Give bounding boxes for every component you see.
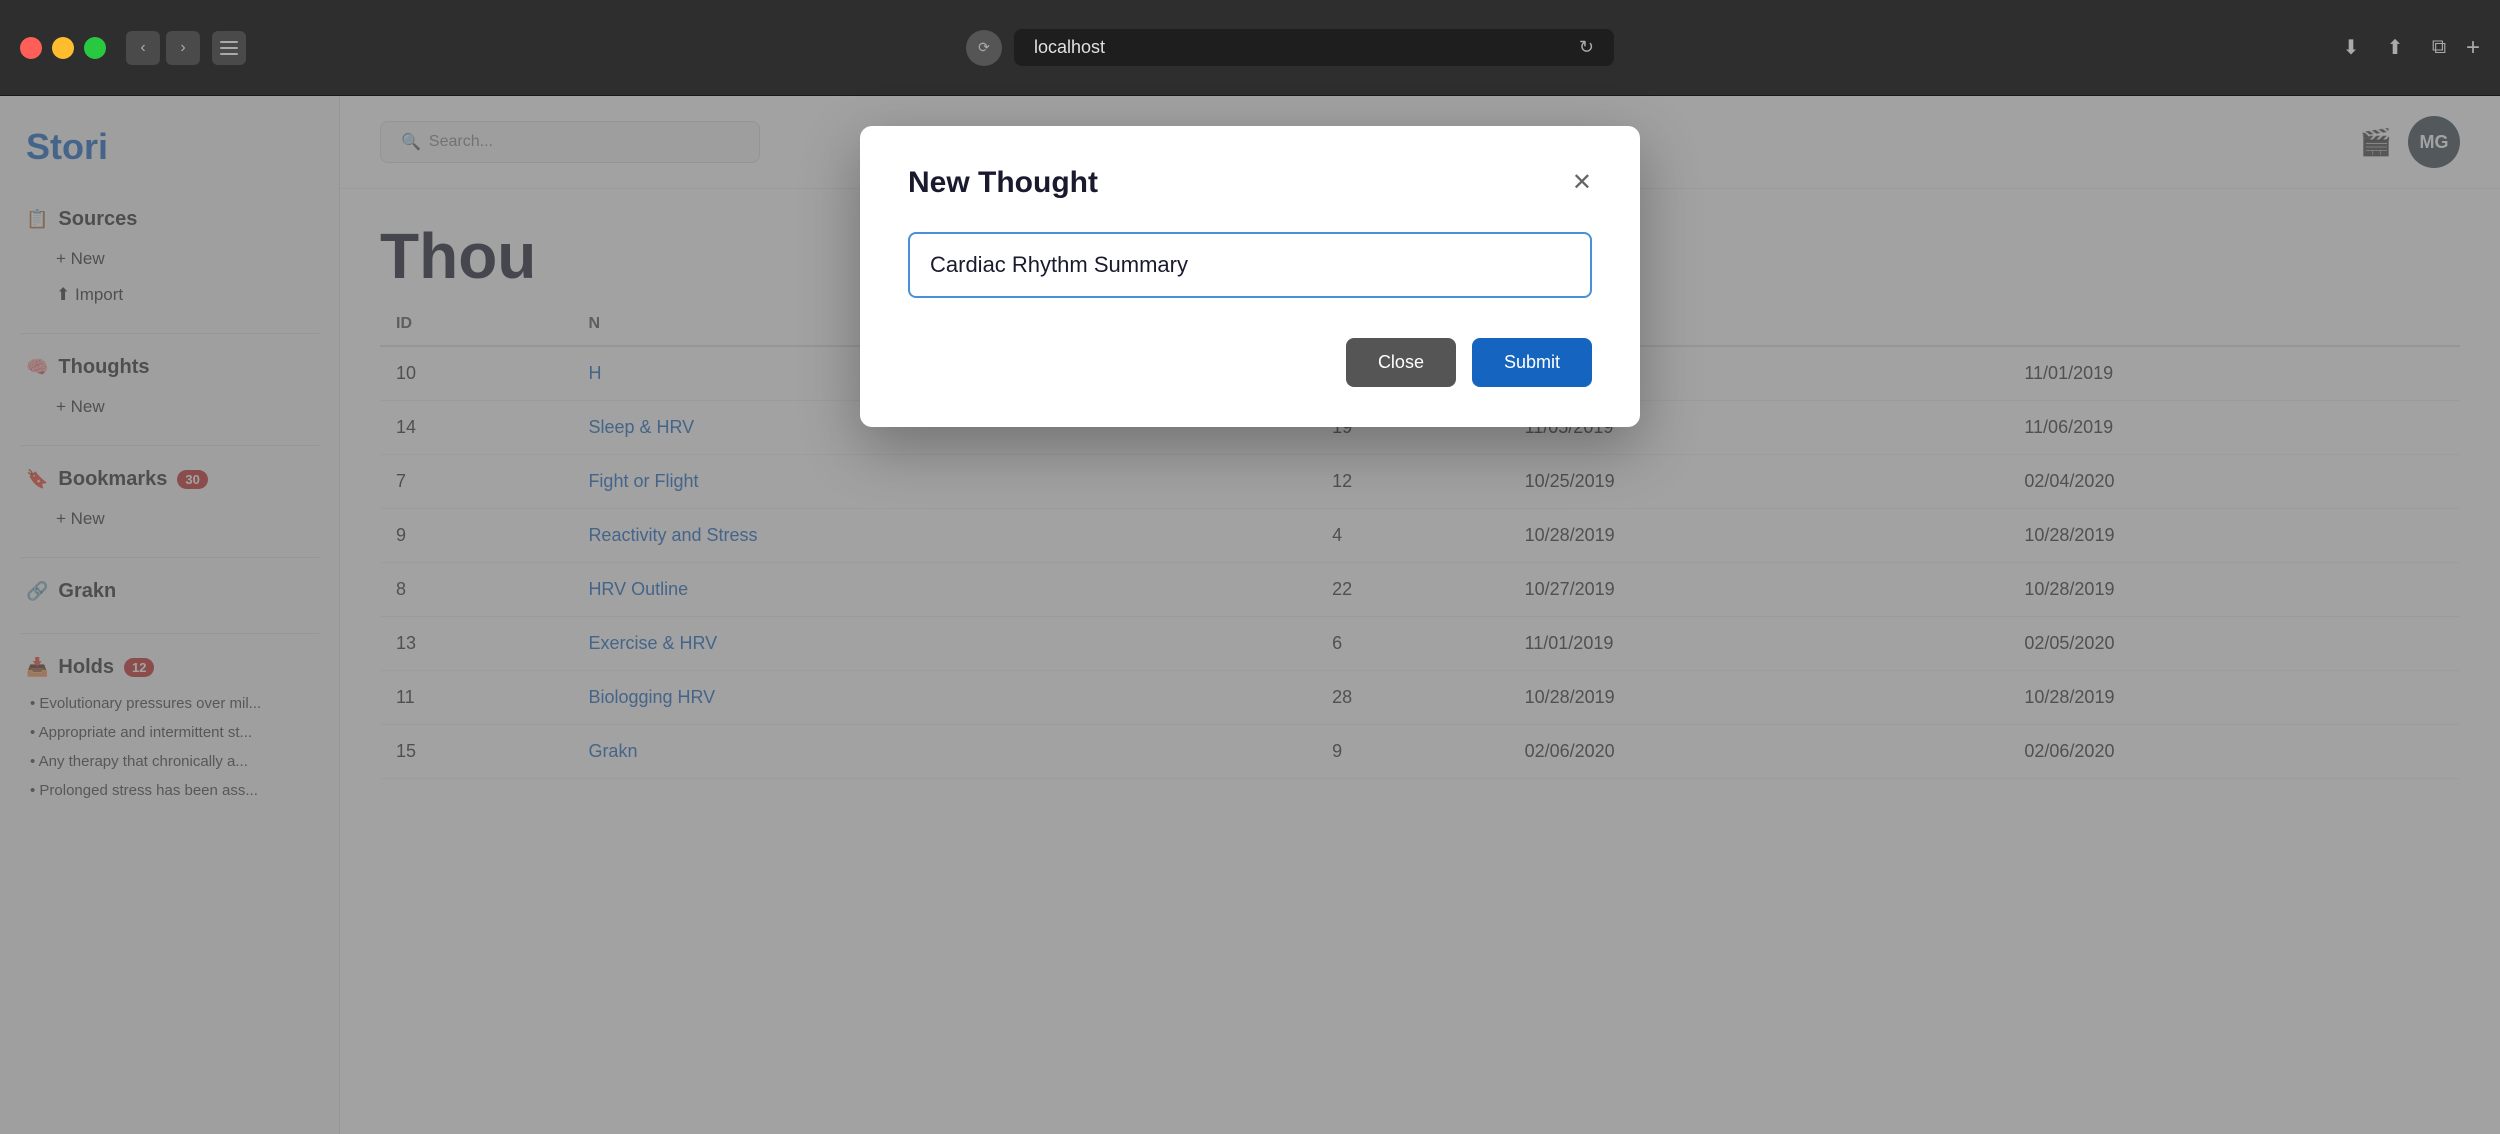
address-bar[interactable]: localhost ↻ — [1014, 29, 1614, 66]
close-traffic-light[interactable] — [20, 37, 42, 59]
modal-close-x-button[interactable]: ✕ — [1572, 171, 1592, 195]
nav-buttons: ‹ › — [126, 31, 200, 65]
sidebar-toggle-button[interactable] — [212, 31, 246, 65]
address-bar-container: ⟳ localhost ↻ — [258, 29, 2322, 66]
browser-chrome: ‹ › ⟳ localhost ↻ ⬇ ⬆ ⧉ + — [0, 0, 2500, 96]
browser-actions: ⬇ ⬆ ⧉ + — [2334, 31, 2480, 65]
window-button[interactable]: ⧉ — [2422, 31, 2456, 65]
reload-button[interactable]: ↻ — [1579, 37, 1594, 58]
add-tab-button[interactable]: + — [2466, 34, 2480, 62]
back-button[interactable]: ‹ — [126, 31, 160, 65]
minimize-traffic-light[interactable] — [52, 37, 74, 59]
app-container: Stori 📋 Sources + New ⬆ Import 🧠 Thought… — [0, 96, 2500, 1134]
url-text: localhost — [1034, 37, 1105, 58]
forward-button[interactable]: › — [166, 31, 200, 65]
share-button[interactable]: ⬆ — [2378, 31, 2412, 65]
modal-submit-button[interactable]: Submit — [1472, 338, 1592, 387]
new-thought-modal: New Thought ✕ Close Submit — [860, 126, 1640, 427]
thought-name-input[interactable] — [908, 232, 1592, 298]
download-button[interactable]: ⬇ — [2334, 31, 2368, 65]
maximize-traffic-light[interactable] — [84, 37, 106, 59]
modal-title: New Thought — [908, 166, 1098, 200]
modal-overlay: New Thought ✕ Close Submit — [0, 96, 2500, 1134]
browser-icon: ⟳ — [966, 30, 1002, 66]
modal-header: New Thought ✕ — [908, 166, 1592, 200]
traffic-lights — [20, 37, 106, 59]
modal-close-button[interactable]: Close — [1346, 338, 1456, 387]
modal-footer: Close Submit — [908, 338, 1592, 387]
